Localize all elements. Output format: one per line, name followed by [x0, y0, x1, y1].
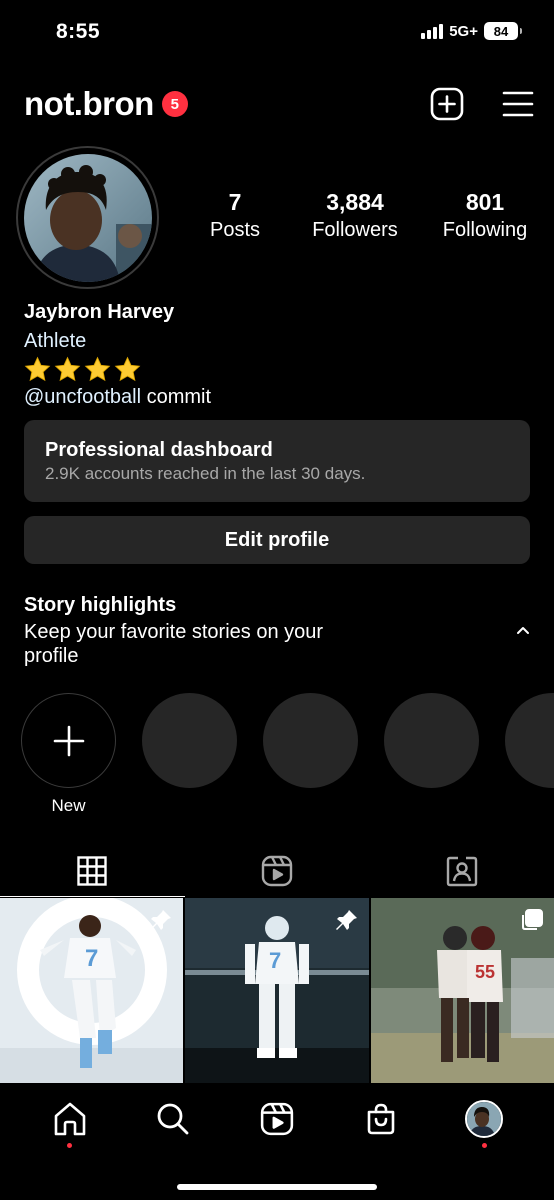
star-icon — [54, 356, 81, 381]
dashboard-subtitle: 2.9K accounts reached in the last 30 day… — [45, 464, 366, 483]
highlight-new-circle[interactable] — [21, 693, 116, 788]
profile-header: not.bron 5 — [24, 80, 534, 128]
svg-text:55: 55 — [475, 962, 495, 982]
star-icon — [24, 356, 51, 381]
profile-avatar[interactable] — [23, 153, 152, 282]
reels-icon — [261, 855, 293, 887]
plus-square-icon — [430, 87, 464, 121]
bottom-nav — [0, 1084, 554, 1200]
nav-profile[interactable] — [460, 1095, 508, 1148]
stat-followers-label: Followers — [312, 219, 398, 242]
stat-following-value: 801 — [465, 189, 505, 215]
post-thumbnail[interactable]: 7 — [0, 898, 184, 1083]
create-post-button[interactable] — [430, 87, 464, 121]
story-highlights-header: Story highlights Keep your favorite stor… — [24, 592, 530, 668]
stat-following[interactable]: 801 Following — [430, 189, 540, 243]
profile-category[interactable]: Athlete — [24, 327, 530, 355]
carousel-icon — [520, 908, 544, 937]
tagged-icon — [446, 856, 477, 887]
menu-button[interactable] — [502, 90, 534, 118]
chevron-up-icon — [517, 627, 529, 634]
highlight-new-label: New — [51, 796, 86, 815]
notification-dot — [481, 1143, 487, 1148]
post-thumbnail[interactable]: 55 — [370, 898, 554, 1083]
tab-reels[interactable] — [185, 845, 370, 897]
star-icon — [84, 356, 111, 381]
grid-icon — [77, 856, 108, 886]
pinned-icon — [335, 908, 359, 937]
battery-icon: 84 — [484, 22, 522, 40]
highlights-row: New — [20, 693, 554, 823]
notification-dot — [67, 1143, 73, 1148]
svg-text:7: 7 — [85, 945, 98, 972]
home-icon — [54, 1102, 86, 1136]
profile-name: Jaybron Harvey — [24, 301, 175, 323]
shop-icon — [367, 1103, 394, 1135]
highlight-new[interactable]: New — [21, 693, 116, 816]
dashboard-title: Professional dashboard — [45, 439, 273, 461]
post-thumbnail[interactable]: 7 — [185, 898, 369, 1083]
star-rating — [24, 355, 530, 383]
search-icon — [157, 1103, 189, 1135]
nav-shop[interactable] — [357, 1095, 405, 1143]
battery-level: 84 — [493, 23, 509, 39]
edit-profile-button[interactable]: Edit profile — [24, 516, 530, 564]
profile-tabs — [0, 845, 554, 897]
highlight-placeholder — [142, 693, 237, 788]
stat-posts-label: Posts — [209, 219, 261, 242]
profile-stats: 7 Posts 3,884 Followers 801 Following — [190, 189, 540, 243]
bio-text: commit — [141, 386, 212, 408]
highlight-placeholder — [263, 693, 358, 788]
highlights-subtitle: Keep your favorite stories on your profi… — [24, 621, 324, 667]
menu-icon — [502, 91, 534, 117]
network-type: 5G+ — [449, 22, 478, 40]
highlights-title: Story highlights — [24, 594, 177, 616]
status-indicators: 5G+ 84 — [421, 22, 522, 40]
header-actions — [430, 87, 534, 121]
stat-posts[interactable]: 7 Posts — [190, 189, 280, 243]
professional-dashboard[interactable]: Professional dashboard 2.9K accounts rea… — [24, 420, 530, 502]
highlight-placeholder — [384, 693, 479, 788]
bio-mention-link[interactable]: @uncfootball — [24, 386, 141, 408]
status-bar: 8:55 5G+ 84 — [0, 0, 554, 62]
status-time: 8:55 — [56, 20, 101, 43]
tab-posts-grid[interactable] — [0, 845, 185, 897]
svg-text:7: 7 — [269, 948, 281, 973]
bio-commit-line: @uncfootball commit — [24, 383, 530, 411]
signal-icon — [421, 23, 444, 39]
nav-reels[interactable] — [253, 1095, 301, 1143]
home-indicator[interactable] — [177, 1184, 377, 1190]
plus-icon — [53, 725, 84, 756]
profile-bio: Jaybron Harvey Athlete @uncfootball comm… — [24, 298, 530, 411]
collapse-highlights-button[interactable] — [516, 622, 530, 640]
tab-tagged[interactable] — [369, 845, 554, 897]
username[interactable]: not.bron — [24, 85, 154, 123]
stat-followers-value: 3,884 — [326, 189, 384, 215]
nav-search[interactable] — [149, 1095, 197, 1143]
stat-followers[interactable]: 3,884 Followers — [295, 189, 415, 243]
reels-icon — [260, 1102, 294, 1136]
star-icon — [114, 356, 141, 381]
stat-following-label: Following — [442, 219, 528, 242]
nav-home[interactable] — [46, 1095, 94, 1148]
profile-avatar-small[interactable] — [465, 1100, 504, 1138]
notification-badge[interactable]: 5 — [161, 91, 188, 117]
highlight-placeholder — [505, 693, 554, 788]
posts-grid: 7 7 55 — [0, 898, 554, 1083]
stat-posts-value: 7 — [228, 189, 242, 215]
profile-avatar-ring[interactable] — [16, 146, 159, 289]
pinned-icon — [149, 908, 173, 937]
